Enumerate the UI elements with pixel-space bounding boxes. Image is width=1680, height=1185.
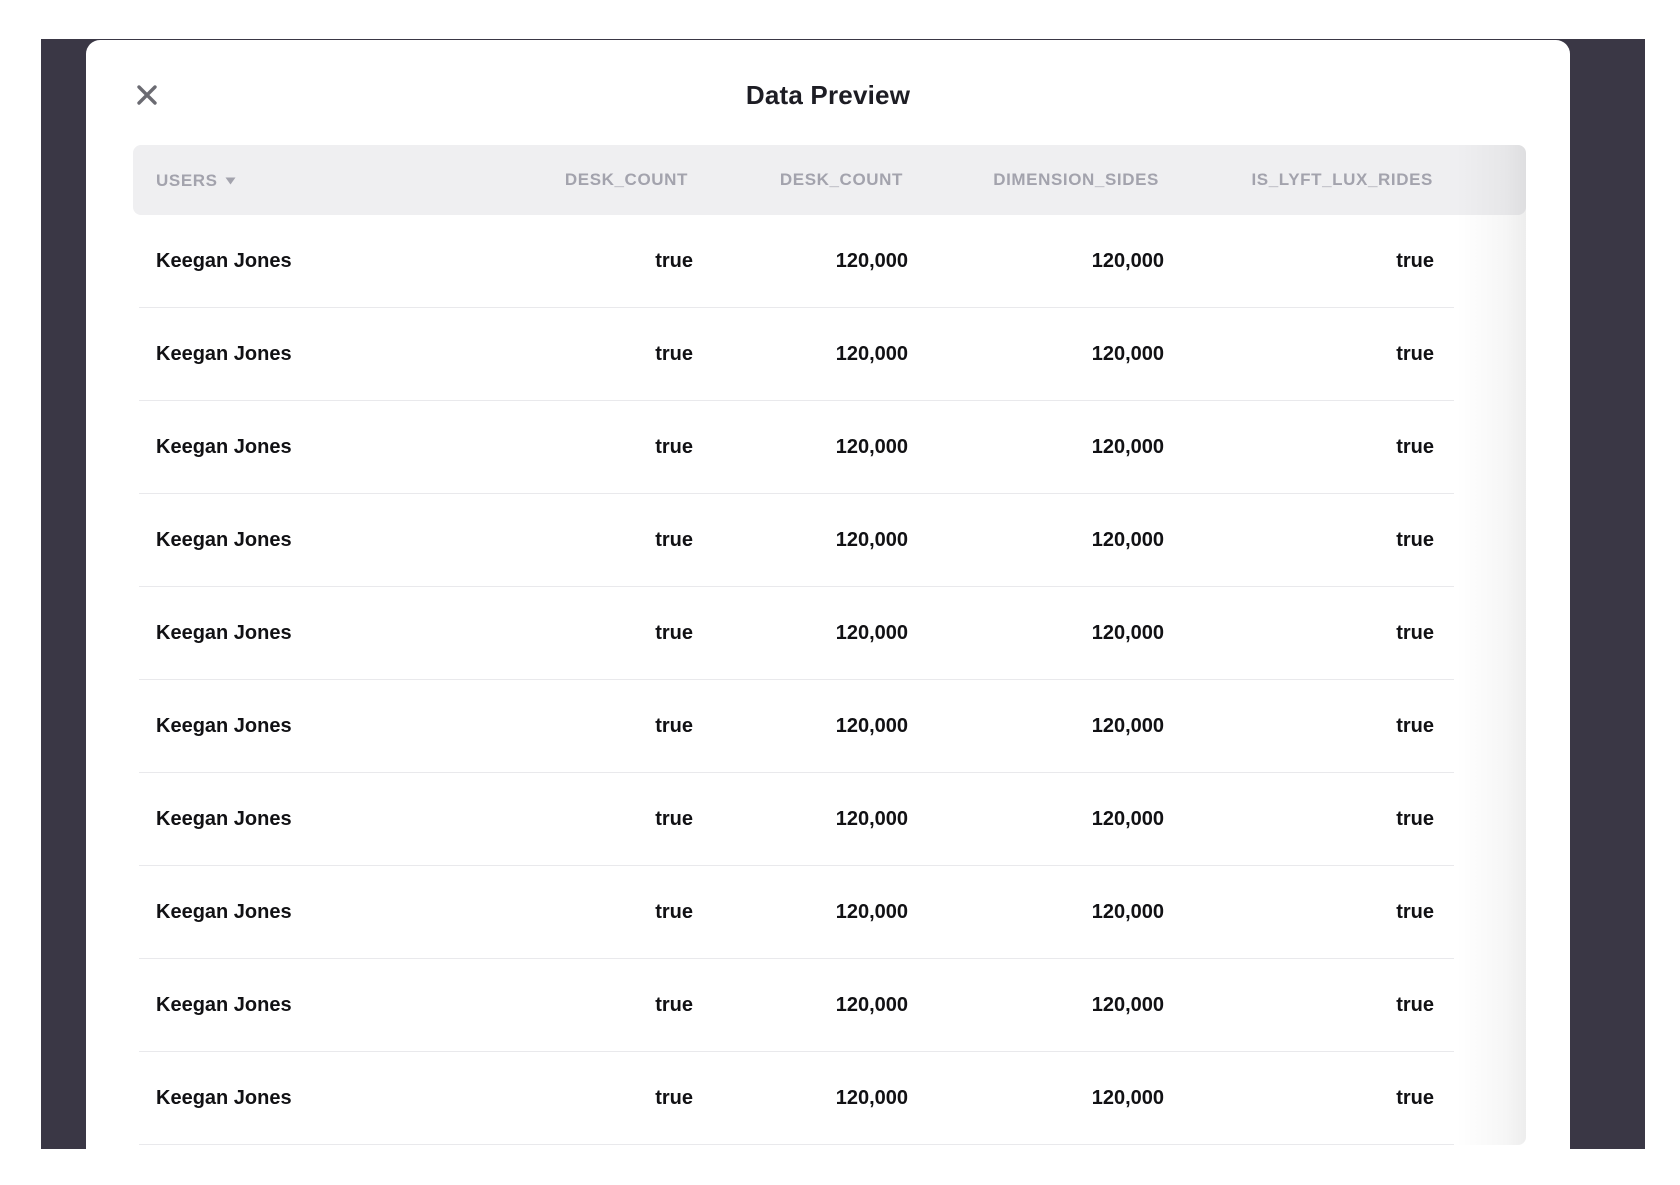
cell-is-lyft-lux-rides: true <box>1396 343 1434 365</box>
cell-dimension-sides: 120,000 <box>1091 715 1164 737</box>
table-row: Keegan Jones true 120,000 120,000 true <box>139 401 1454 494</box>
cell-desk-count: true <box>655 901 693 923</box>
cell-desk-count-2: 120,000 <box>835 715 908 737</box>
column-header-desk-count-2[interactable]: DESK_COUNT <box>780 145 903 215</box>
cell-users: Keegan Jones <box>156 529 292 551</box>
cell-desk-count: true <box>655 622 693 644</box>
column-header-label: USERS <box>156 171 218 190</box>
caret-down-icon <box>225 145 236 215</box>
cell-is-lyft-lux-rides: true <box>1396 901 1434 923</box>
cell-desk-count-2: 120,000 <box>835 529 908 551</box>
cell-desk-count: true <box>655 436 693 458</box>
cell-users: Keegan Jones <box>156 1087 292 1109</box>
cell-desk-count-2: 120,000 <box>835 622 908 644</box>
column-header-desk-count[interactable]: DESK_COUNT <box>565 145 688 215</box>
cell-desk-count: true <box>655 808 693 830</box>
cell-desk-count: true <box>655 715 693 737</box>
cell-dimension-sides: 120,000 <box>1091 1087 1164 1109</box>
cell-desk-count: true <box>655 250 693 272</box>
cell-desk-count-2: 120,000 <box>835 343 908 365</box>
cell-desk-count-2: 120,000 <box>835 808 908 830</box>
cell-users: Keegan Jones <box>156 715 292 737</box>
cell-is-lyft-lux-rides: true <box>1396 715 1434 737</box>
cell-dimension-sides: 120,000 <box>1091 901 1164 923</box>
cell-dimension-sides: 120,000 <box>1091 250 1164 272</box>
table-row: Keegan Jones true 120,000 120,000 true <box>139 866 1454 959</box>
cell-desk-count: true <box>655 1087 693 1109</box>
data-preview-modal: Data Preview USERS DESK_COUNT DESK_COUNT… <box>86 40 1570 1150</box>
cell-dimension-sides: 120,000 <box>1091 622 1164 644</box>
table-row: Keegan Jones true 120,000 120,000 true <box>139 773 1454 866</box>
column-header-dimension-sides[interactable]: DIMENSION_SIDES <box>993 145 1159 215</box>
cell-users: Keegan Jones <box>156 250 292 272</box>
cell-is-lyft-lux-rides: true <box>1396 1087 1434 1109</box>
cell-users: Keegan Jones <box>156 994 292 1016</box>
horizontal-scroll-shadow <box>1456 145 1526 1145</box>
column-header-users[interactable]: USERS <box>156 145 236 215</box>
cell-is-lyft-lux-rides: true <box>1396 436 1434 458</box>
cell-dimension-sides: 120,000 <box>1091 529 1164 551</box>
cell-dimension-sides: 120,000 <box>1091 994 1164 1016</box>
cell-desk-count: true <box>655 994 693 1016</box>
cell-desk-count: true <box>655 343 693 365</box>
column-header-is-lyft-lux-rides[interactable]: IS_LYFT_LUX_RIDES <box>1251 145 1433 215</box>
cell-desk-count-2: 120,000 <box>835 436 908 458</box>
cell-users: Keegan Jones <box>156 622 292 644</box>
cell-dimension-sides: 120,000 <box>1091 436 1164 458</box>
modal-title: Data Preview <box>745 80 911 110</box>
cell-is-lyft-lux-rides: true <box>1396 808 1434 830</box>
table-row: Keegan Jones true 120,000 120,000 true <box>139 959 1454 1052</box>
cell-desk-count-2: 120,000 <box>835 901 908 923</box>
cell-users: Keegan Jones <box>156 808 292 830</box>
table-row: Keegan Jones true 120,000 120,000 true <box>139 494 1454 587</box>
data-table: USERS DESK_COUNT DESK_COUNT DIMENSION_SI… <box>133 145 1526 1150</box>
cell-desk-count-2: 120,000 <box>835 250 908 272</box>
cell-desk-count-2: 120,000 <box>835 994 908 1016</box>
cell-is-lyft-lux-rides: true <box>1396 250 1434 272</box>
cell-users: Keegan Jones <box>156 901 292 923</box>
table-header: USERS DESK_COUNT DESK_COUNT DIMENSION_SI… <box>133 145 1526 215</box>
cell-desk-count-2: 120,000 <box>835 1087 908 1109</box>
cell-is-lyft-lux-rides: true <box>1396 529 1434 551</box>
cell-is-lyft-lux-rides: true <box>1396 622 1434 644</box>
cell-desk-count: true <box>655 529 693 551</box>
cell-is-lyft-lux-rides: true <box>1396 994 1434 1016</box>
table-row: Keegan Jones true 120,000 120,000 true <box>139 215 1454 308</box>
cell-users: Keegan Jones <box>156 436 292 458</box>
cell-dimension-sides: 120,000 <box>1091 808 1164 830</box>
table-row: Keegan Jones true 120,000 120,000 true <box>139 587 1454 680</box>
cell-dimension-sides: 120,000 <box>1091 343 1164 365</box>
table-row: Keegan Jones true 120,000 120,000 true <box>139 1052 1454 1145</box>
cell-users: Keegan Jones <box>156 343 292 365</box>
table-row: Keegan Jones true 120,000 120,000 true <box>139 680 1454 773</box>
table-row: Keegan Jones true 120,000 120,000 true <box>139 308 1454 401</box>
